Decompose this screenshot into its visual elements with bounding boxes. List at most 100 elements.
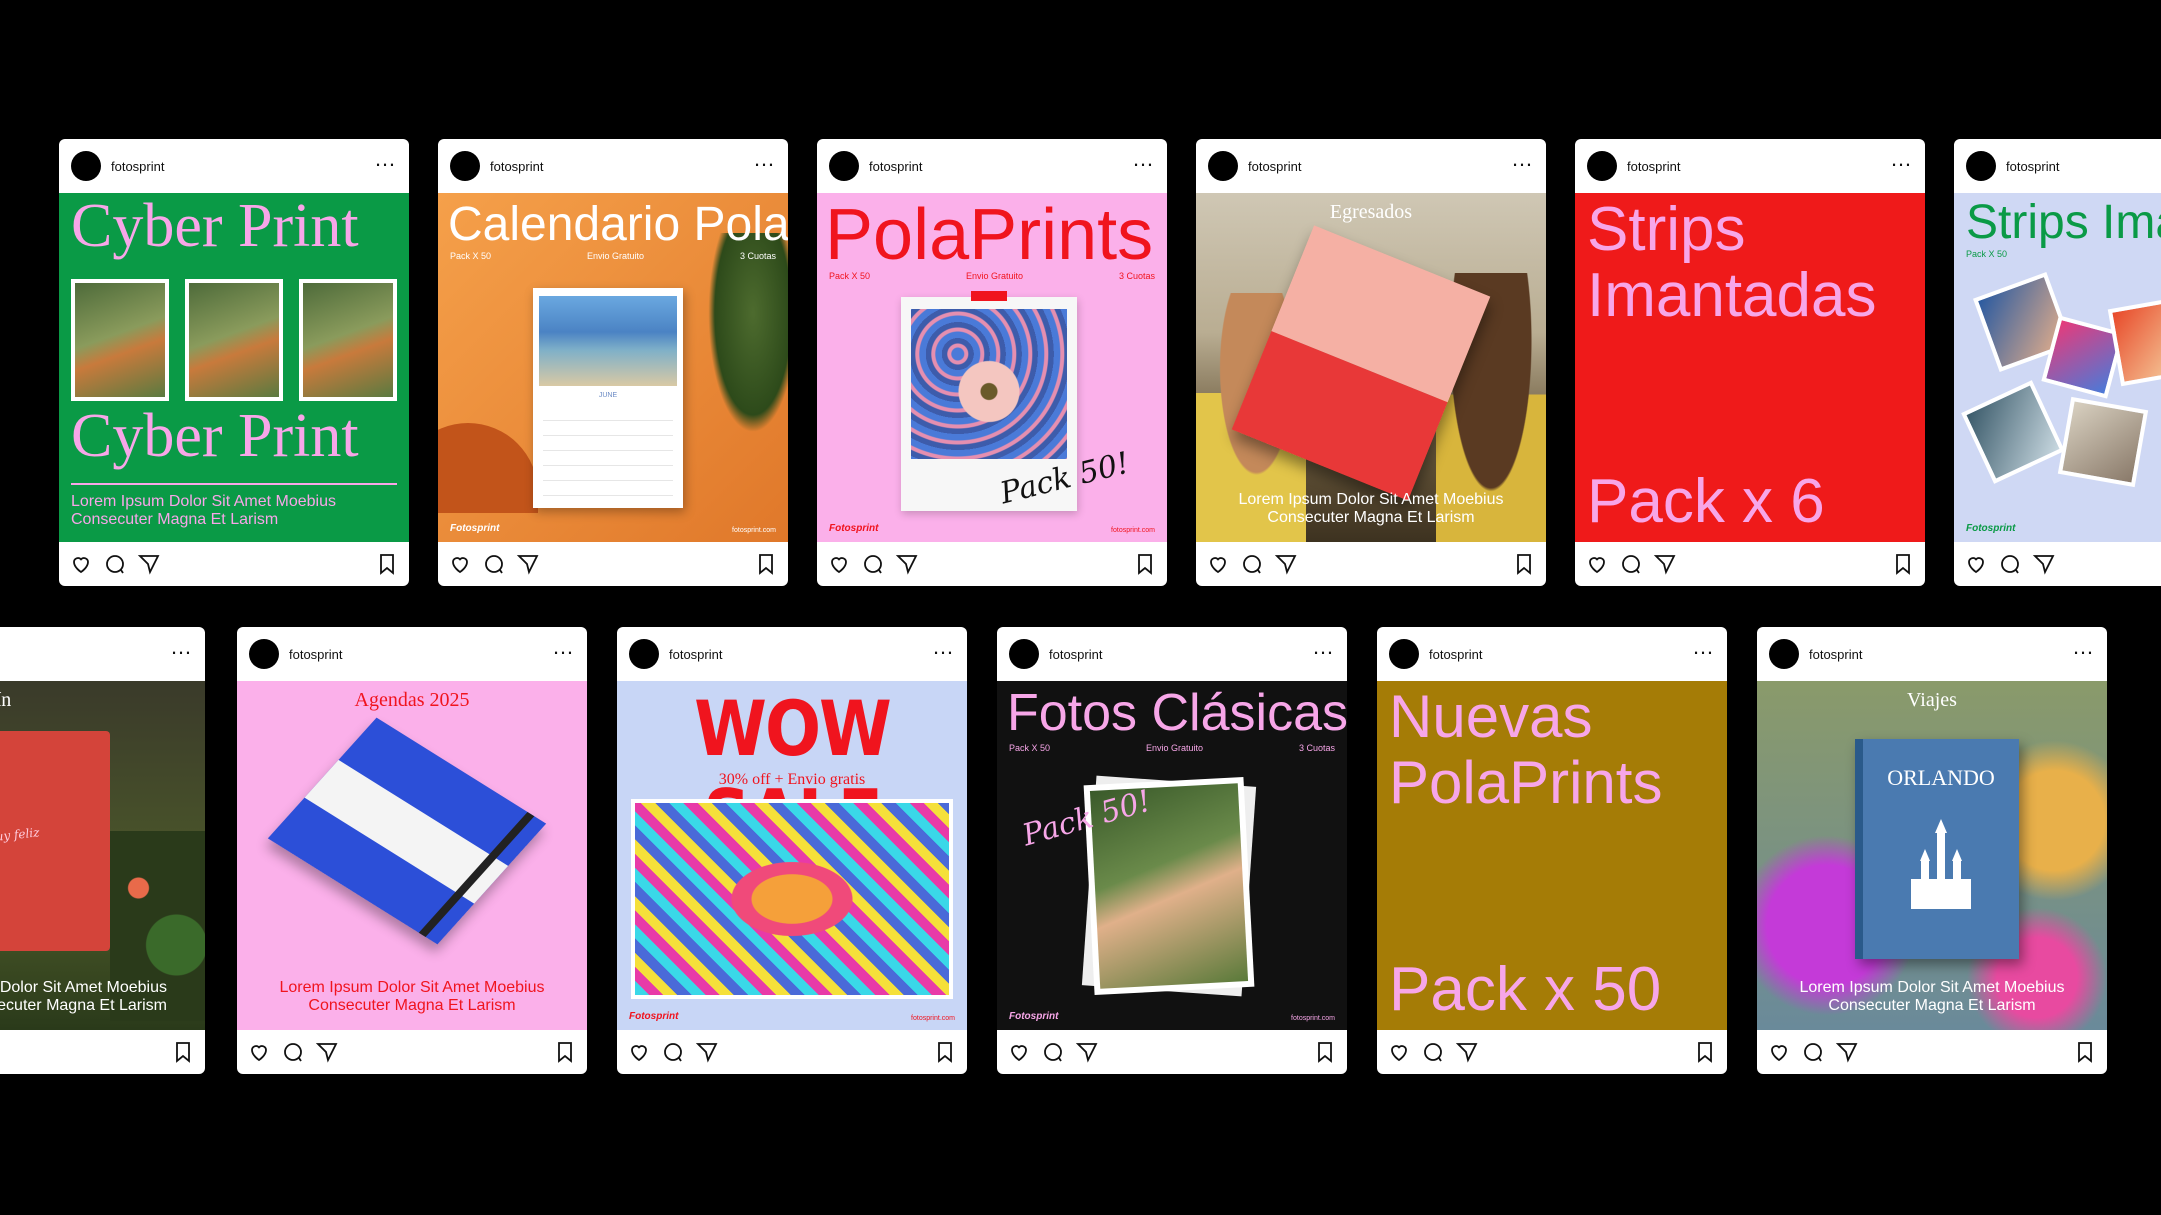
comment-icon[interactable] [1801, 1040, 1825, 1064]
share-icon[interactable] [137, 552, 161, 576]
more-options-icon[interactable]: … [932, 636, 955, 658]
bookmark-icon[interactable] [553, 1040, 577, 1064]
post-header: fotosprint … [1575, 139, 1925, 193]
post-calendario[interactable]: fotosprint … Calendario Pola Pack X 50 En… [438, 139, 788, 586]
post-cyber-print[interactable]: fotosprint … Cyber Print Cyber Print Lor… [59, 139, 409, 586]
post-polaprints[interactable]: fotosprint … PolaPrints Pack X 50 Envio G… [817, 139, 1167, 586]
more-options-icon[interactable]: … [1511, 148, 1534, 170]
bookmark-icon[interactable] [1891, 552, 1915, 576]
comment-icon[interactable] [861, 552, 885, 576]
post-actions [997, 1030, 1347, 1074]
bookmark-icon[interactable] [1313, 1040, 1337, 1064]
post-strips-imantadas-2[interactable]: fotosprint Strips Imantadas Pack X 50Env… [1954, 139, 2161, 586]
avatar[interactable] [1009, 639, 1039, 669]
share-icon[interactable] [695, 1040, 719, 1064]
heart-icon[interactable] [1007, 1040, 1031, 1064]
username[interactable]: fotosprint [1809, 647, 1862, 662]
more-options-icon[interactable]: … [1132, 148, 1155, 170]
post-nuevas-polaprints[interactable]: fotosprint … Nuevas PolaPrints Pack x 50 [1377, 627, 1727, 1074]
more-options-icon[interactable]: … [552, 636, 575, 658]
post-strips-imantadas[interactable]: fotosprint … Strips Imantadas Pack x 6 [1575, 139, 1925, 586]
heart-icon[interactable] [247, 1040, 271, 1064]
username[interactable]: fotosprint [1627, 159, 1680, 174]
username[interactable]: fotosprint [1049, 647, 1102, 662]
username[interactable]: fotosprint [1429, 647, 1482, 662]
comment-icon[interactable] [482, 552, 506, 576]
comment-icon[interactable] [281, 1040, 305, 1064]
avatar[interactable] [1587, 151, 1617, 181]
avatar[interactable] [249, 639, 279, 669]
post-image: Calendario Pola Pack X 50 Envio Gratuito 3… [438, 193, 788, 542]
heart-icon[interactable] [448, 552, 472, 576]
bookmark-icon[interactable] [1512, 552, 1536, 576]
comment-icon[interactable] [1041, 1040, 1065, 1064]
avatar[interactable] [1208, 151, 1238, 181]
more-options-icon[interactable]: … [374, 148, 397, 170]
post-viajes[interactable]: fotosprint … Viajes ORLANDO Lorem Ipsum … [1757, 627, 2107, 1074]
post-fotos-clasicas[interactable]: fotosprint … Fotos Clásicas Pack X 50 Env… [997, 627, 1347, 1074]
more-options-icon[interactable]: … [1692, 636, 1715, 658]
post-wow-sale[interactable]: fotosprint … WOW SALE 30% off + Envio gr… [617, 627, 967, 1074]
caption: Lorem Ipsum Dolor Sit Amet Moebius Conse… [0, 979, 167, 1014]
username[interactable]: fotosprint [2006, 159, 2059, 174]
site-url: fotosprint.com [1111, 527, 1155, 534]
avatar[interactable] [829, 151, 859, 181]
heart-icon[interactable] [1964, 552, 1988, 576]
heart-icon[interactable] [69, 552, 93, 576]
heart-icon[interactable] [827, 552, 851, 576]
more-options-icon[interactable]: … [1890, 148, 1913, 170]
avatar[interactable] [1966, 151, 1996, 181]
comment-icon[interactable] [1619, 552, 1643, 576]
more-options-icon[interactable]: … [1312, 636, 1335, 658]
avatar[interactable] [1769, 639, 1799, 669]
post-agendas[interactable]: fotosprint … Agendas 2025 Lorem Ipsum Do… [237, 627, 587, 1074]
comment-icon[interactable] [103, 552, 127, 576]
share-icon[interactable] [2032, 552, 2056, 576]
avatar[interactable] [1389, 639, 1419, 669]
travel-book: ORLANDO [1855, 739, 2019, 959]
avatar[interactable] [629, 639, 659, 669]
heart-icon[interactable] [1206, 552, 1230, 576]
share-icon[interactable] [1455, 1040, 1479, 1064]
heart-icon[interactable] [1585, 552, 1609, 576]
bookmark-icon[interactable] [1133, 552, 1157, 576]
heart-icon[interactable] [1767, 1040, 1791, 1064]
share-icon[interactable] [1075, 1040, 1099, 1064]
heart-icon[interactable] [627, 1040, 651, 1064]
bookmark-icon[interactable] [171, 1040, 195, 1064]
brand-logo: Fotosprint [629, 1011, 679, 1022]
share-icon[interactable] [1274, 552, 1298, 576]
username[interactable]: fotosprint [1248, 159, 1301, 174]
heart-icon[interactable] [1387, 1040, 1411, 1064]
username[interactable]: fotosprint [111, 159, 164, 174]
more-options-icon[interactable]: … [170, 636, 193, 658]
post-header: fotosprint … [59, 139, 409, 193]
comment-icon[interactable] [1998, 552, 2022, 576]
share-icon[interactable] [895, 552, 919, 576]
comment-icon[interactable] [1240, 552, 1264, 576]
share-icon[interactable] [1653, 552, 1677, 576]
bookmark-icon[interactable] [1693, 1040, 1717, 1064]
avatar[interactable] [450, 151, 480, 181]
bookmark-icon[interactable] [933, 1040, 957, 1064]
username[interactable]: fotosprint [869, 159, 922, 174]
post-egresados[interactable]: fotosprint … Egresados Lorem Ipsum Dolor… [1196, 139, 1546, 586]
comment-icon[interactable] [661, 1040, 685, 1064]
bookmark-icon[interactable] [375, 552, 399, 576]
post-actions [817, 542, 1167, 586]
share-icon[interactable] [315, 1040, 339, 1064]
post-san-valentin[interactable]: … San Valentín te hacés muy feliz Lorem … [0, 627, 205, 1074]
post-actions [1575, 542, 1925, 586]
bookmark-icon[interactable] [2073, 1040, 2097, 1064]
comment-icon[interactable] [1421, 1040, 1445, 1064]
more-options-icon[interactable]: … [2072, 636, 2095, 658]
username[interactable]: fotosprint [490, 159, 543, 174]
share-icon[interactable] [516, 552, 540, 576]
username[interactable]: fotosprint [669, 647, 722, 662]
bookmark-icon[interactable] [754, 552, 778, 576]
more-options-icon[interactable]: … [753, 148, 776, 170]
photo-frame [185, 279, 283, 401]
avatar[interactable] [71, 151, 101, 181]
username[interactable]: fotosprint [289, 647, 342, 662]
share-icon[interactable] [1835, 1040, 1859, 1064]
